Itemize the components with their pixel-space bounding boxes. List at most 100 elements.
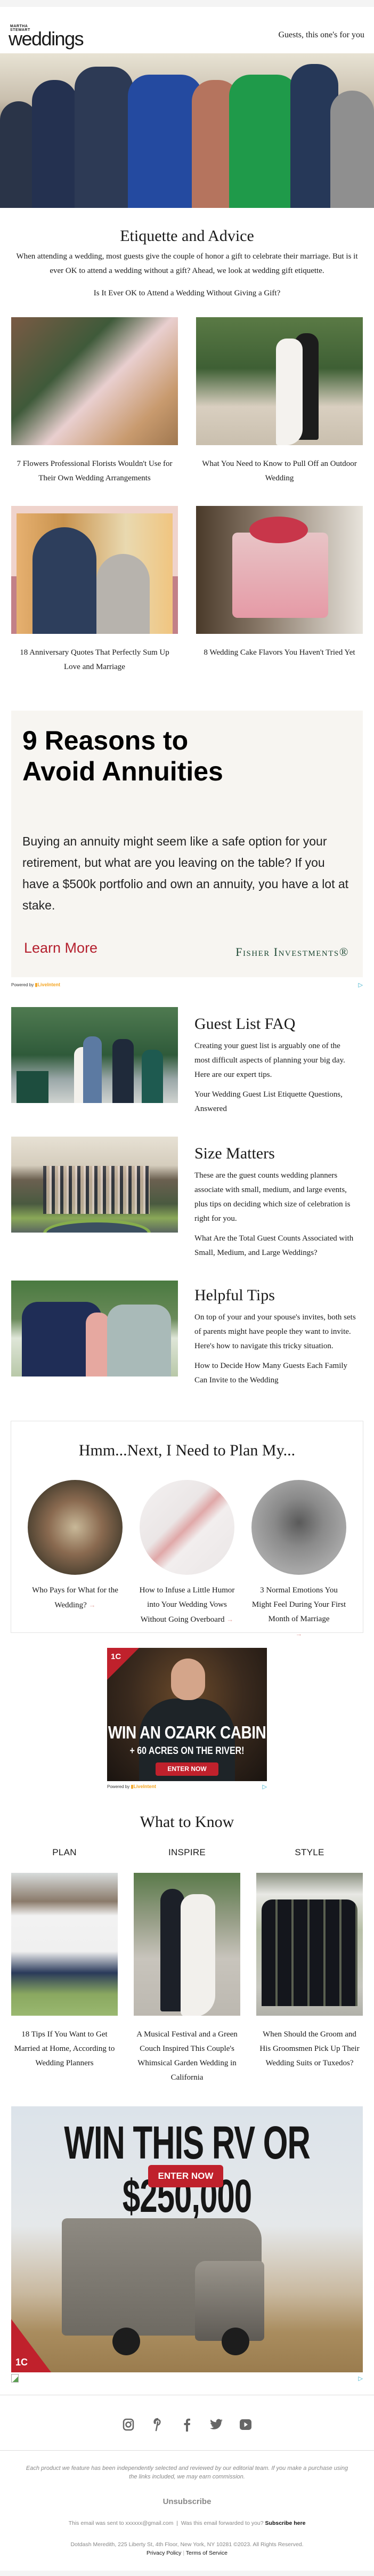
ad-headline: WIN AN OZARK CABIN: [108, 1722, 266, 1742]
powered-by-label: Powered by: [107, 1784, 130, 1789]
wtk-link[interactable]: When Should the Groom and His Groomsmen …: [259, 2030, 359, 2067]
plan-item: How to Infuse a Little Humor into Your W…: [139, 1480, 235, 1641]
subscribe-here-link[interactable]: Subscribe here: [265, 2520, 306, 2526]
ad-body: Buying an annuity might seem like a safe…: [22, 834, 349, 912]
youtube-icon[interactable]: [238, 2417, 254, 2433]
hero-image[interactable]: [0, 53, 374, 208]
cabin-ad-image[interactable]: 1C WIN AN OZARK CABIN + 60 ACRES ON THE …: [107, 1648, 267, 1781]
wtk-link[interactable]: A Musical Festival and a Green Couch Ins…: [136, 2030, 238, 2082]
feature-helpful-tips: Helpful Tips On top of your and your spo…: [0, 1281, 374, 1388]
articles-grid: 7 Flowers Professional Florists Wouldn't…: [0, 298, 374, 674]
plan-link[interactable]: 3 Normal Emotions You Might Feel During …: [252, 1586, 346, 1623]
affiliate-disclaimer: Each product we feature has been indepen…: [26, 2465, 348, 2480]
rv-ad-section: WIN THIS RV OR $250,000 ENTER NOW 1C ▷: [0, 2085, 374, 2384]
bottom-bar: [0, 2571, 374, 2576]
rv-ad[interactable]: WIN THIS RV OR $250,000 ENTER NOW 1C: [11, 2106, 363, 2372]
ad-brand-logo: 1C: [15, 2357, 28, 2368]
plan-image[interactable]: [140, 1480, 234, 1575]
instagram-icon[interactable]: [120, 2417, 136, 2433]
sent-to-text: This email was sent to xxxxxx@gmail.com …: [68, 2520, 264, 2526]
enter-now-button[interactable]: ENTER NOW: [148, 2165, 223, 2187]
feature-link[interactable]: How to Decide How Many Guests Each Famil…: [194, 1362, 347, 1384]
feature-body: These are the guest counts wedding plann…: [194, 1171, 351, 1223]
powered-by-bar: Powered by ▮LiveIntent ▷: [11, 977, 363, 992]
wtk-column: STYLE When Should the Groom and His Groo…: [256, 1847, 363, 2085]
liveintent-logo[interactable]: ▮LiveIntent: [131, 1784, 156, 1789]
learn-more-link[interactable]: Learn More: [24, 940, 97, 956]
hero-figure: [75, 67, 133, 208]
what-to-know-section: What to Know PLAN 18 Tips If You Want to…: [0, 1792, 374, 2085]
adchoices-icon[interactable]: ▷: [263, 1783, 267, 1790]
feature-image[interactable]: [11, 1007, 178, 1103]
feature-image[interactable]: [11, 1281, 178, 1376]
ad-headline: 9 Reasons to Avoid Annuities: [22, 726, 223, 786]
arrow-right-icon: →: [88, 1601, 96, 1609]
feature-link[interactable]: What Are the Total Guest Counts Associat…: [194, 1234, 353, 1257]
twitter-icon[interactable]: [208, 2417, 224, 2433]
article-image[interactable]: [11, 506, 178, 634]
etiquette-link[interactable]: Is It Ever OK to Attend a Wedding Withou…: [94, 289, 281, 297]
terms-of-service-link[interactable]: Terms of Service: [186, 2550, 227, 2556]
article-link[interactable]: 7 Flowers Professional Florists Wouldn't…: [17, 460, 172, 482]
facebook-icon[interactable]: [179, 2417, 195, 2433]
features-section: Guest List FAQ Creating your guest list …: [0, 992, 374, 1388]
feature-body: Creating your guest list is arguably one…: [194, 1042, 345, 1079]
broken-image-icon: [11, 2374, 19, 2382]
article-card: 8 Wedding Cake Flavors You Haven't Tried…: [196, 506, 363, 674]
article-image[interactable]: [11, 317, 178, 445]
hero-figure: [32, 80, 77, 208]
article-image[interactable]: [196, 506, 363, 634]
feature-image[interactable]: [11, 1137, 178, 1233]
category-label: INSPIRE: [168, 1847, 206, 1857]
rv-wheel: [222, 2328, 249, 2355]
plan-image[interactable]: [28, 1480, 123, 1575]
wtk-image[interactable]: [256, 1873, 363, 2016]
liveintent-logo[interactable]: ▮LiveIntent: [35, 982, 60, 987]
cabin-ad[interactable]: 1C WIN AN OZARK CABIN + 60 ACRES ON THE …: [107, 1648, 267, 1792]
unsubscribe-link[interactable]: Unsubscribe: [163, 2497, 212, 2506]
fisher-ad-section: 9 Reasons to Avoid Annuities Buying an a…: [0, 674, 374, 992]
etiquette-section: Etiquette and Advice When attending a we…: [0, 208, 374, 298]
article-link[interactable]: 8 Wedding Cake Flavors You Haven't Tried…: [204, 648, 355, 657]
email-container: MARTHA STEWART weddings Guests, this one'…: [0, 0, 374, 2576]
address-block: Dotdash Meredith, 225 Liberty St, 4th Fl…: [0, 2540, 374, 2571]
article-image[interactable]: [196, 317, 363, 445]
article-link[interactable]: 18 Anniversary Quotes That Perfectly Sum…: [20, 648, 169, 671]
plan-link[interactable]: Who Pays for What for the Wedding?: [32, 1586, 118, 1609]
hero-figure: [330, 91, 374, 208]
wtk-column: PLAN 18 Tips If You Want to Get Married …: [11, 1847, 118, 2085]
wtk-link[interactable]: 18 Tips If You Want to Get Married at Ho…: [14, 2030, 115, 2067]
ad-footer-bar: ▷: [11, 2372, 363, 2384]
wtk-image[interactable]: [134, 1873, 240, 2016]
pinterest-icon[interactable]: [150, 2417, 166, 2433]
plan-link[interactable]: How to Infuse a Little Humor into Your W…: [140, 1586, 235, 1624]
guests-tagline-link[interactable]: Guests, this one's for you: [278, 30, 364, 40]
article-card: 7 Flowers Professional Florists Wouldn't…: [11, 317, 178, 486]
feature-guest-list: Guest List FAQ Creating your guest list …: [0, 1007, 374, 1116]
plan-section: Hmm...Next, I Need to Plan My... Who Pay…: [0, 1388, 374, 1638]
privacy-policy-link[interactable]: Privacy Policy: [147, 2550, 181, 2556]
powered-by-label: Powered by: [11, 982, 34, 987]
fisher-ad[interactable]: 9 Reasons to Avoid Annuities Buying an a…: [11, 711, 363, 977]
feature-link[interactable]: Your Wedding Guest List Etiquette Questi…: [194, 1090, 343, 1113]
feature-title: Helpful Tips: [194, 1286, 275, 1304]
article-link[interactable]: What You Need to Know to Pull Off an Out…: [202, 460, 357, 482]
enter-now-button[interactable]: ENTER NOW: [156, 1762, 218, 1776]
wtk-column: INSPIRE A Musical Festival and a Green C…: [134, 1847, 240, 2085]
fisher-investments-logo: Fisher Investments®: [235, 945, 349, 959]
email-header: MARTHA STEWART weddings Guests, this one'…: [0, 7, 374, 53]
category-label: STYLE: [295, 1847, 324, 1857]
ad-subheadline: + 60 ACRES ON THE RIVER!: [129, 1745, 245, 1757]
wtk-image[interactable]: [11, 1873, 118, 2016]
hero-figure: [229, 75, 298, 208]
brand-logo[interactable]: MARTHA STEWART weddings: [9, 25, 84, 50]
social-links: [0, 2395, 374, 2450]
plan-item: Who Pays for What for the Wedding? →: [27, 1480, 123, 1641]
plan-item: 3 Normal Emotions You Might Feel During …: [251, 1480, 347, 1641]
adchoices-icon[interactable]: ▷: [359, 981, 363, 988]
plan-image[interactable]: [251, 1480, 346, 1575]
logo-weddings: weddings: [9, 28, 84, 50]
arrow-right-icon: →: [295, 1630, 303, 1638]
powered-by-bar: Powered by ▮LiveIntent ▷: [107, 1781, 267, 1792]
adchoices-icon[interactable]: ▷: [359, 2375, 363, 2382]
